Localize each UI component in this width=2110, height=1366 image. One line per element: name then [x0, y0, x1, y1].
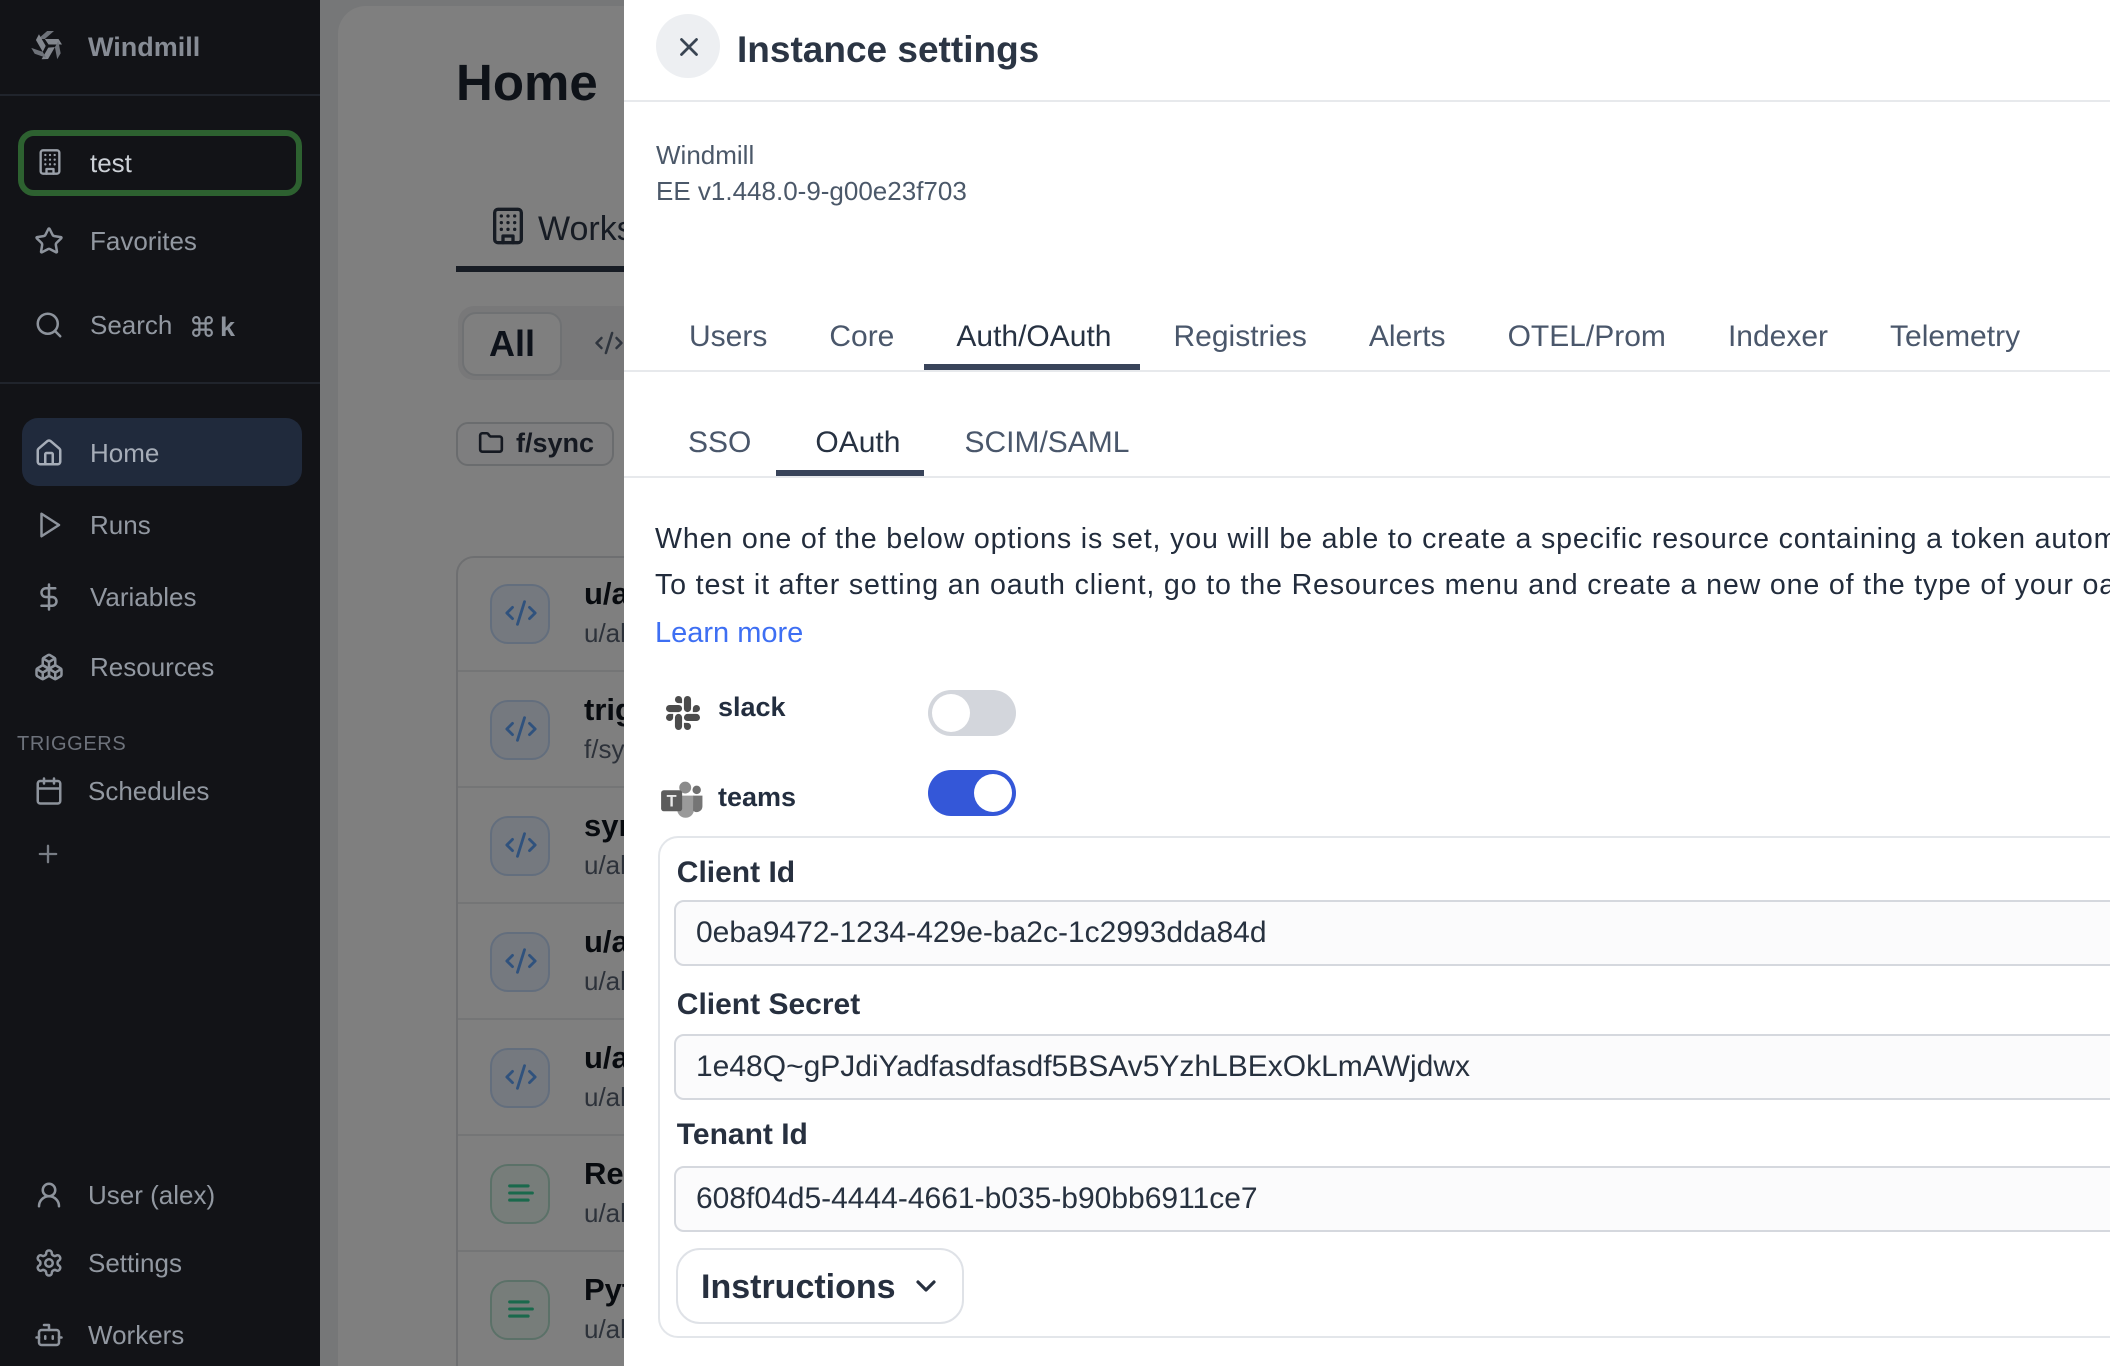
svg-text:T: T	[667, 792, 677, 810]
